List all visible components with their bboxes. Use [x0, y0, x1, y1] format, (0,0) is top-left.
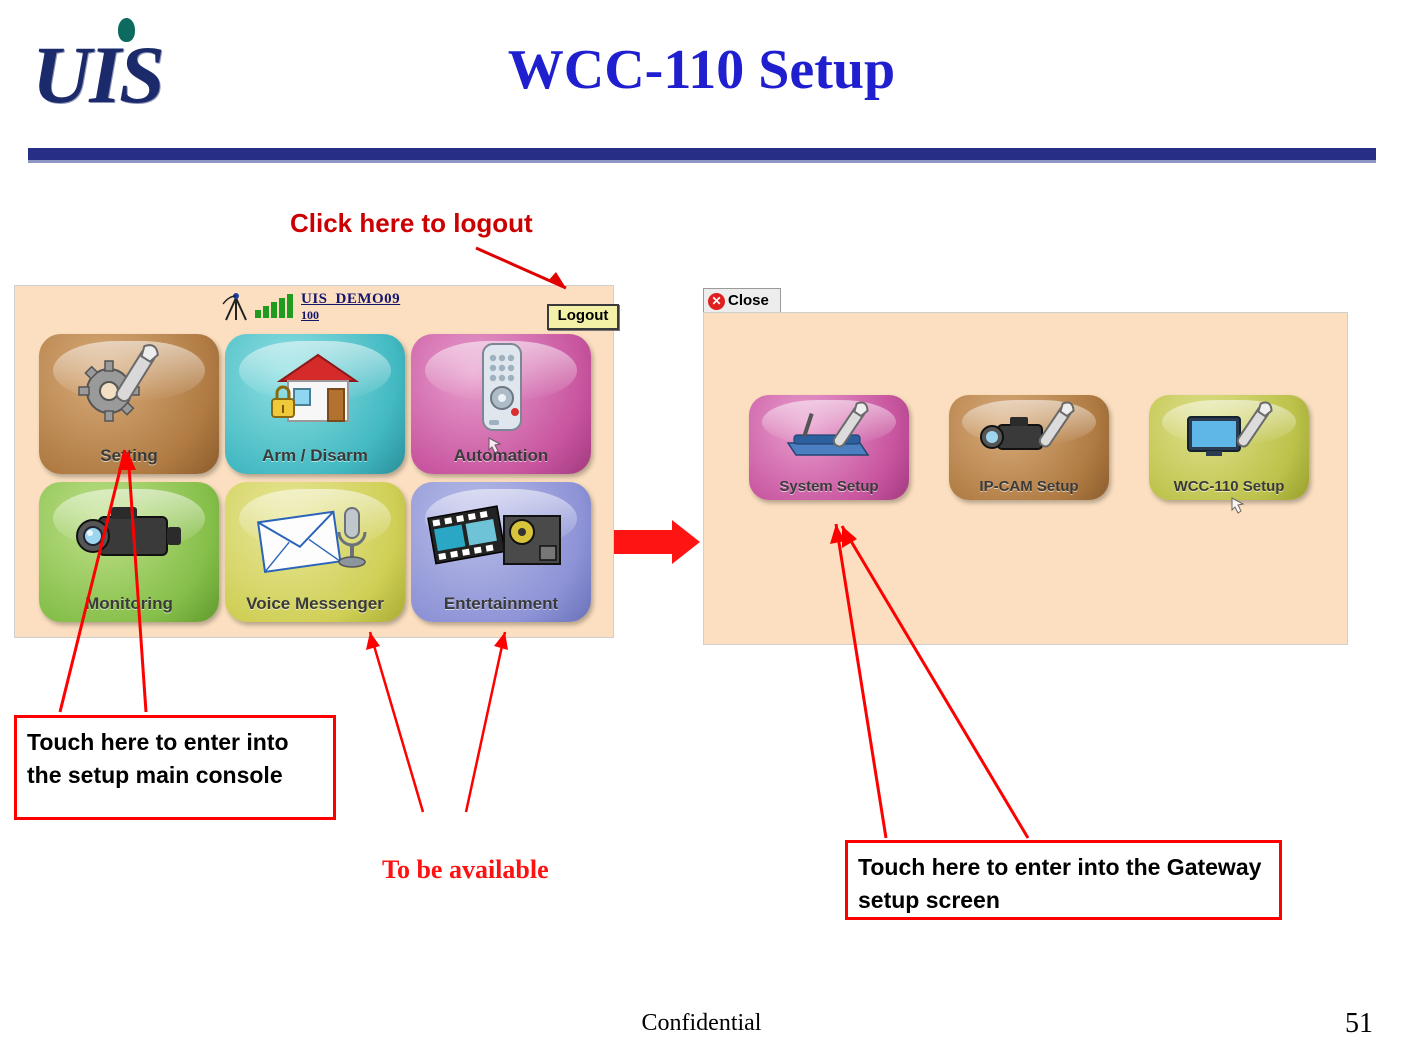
- tile-system-setup[interactable]: System Setup: [749, 395, 909, 500]
- envelope-microphone-icon: [225, 488, 405, 584]
- device-number: 100: [301, 308, 319, 322]
- tile-label: System Setup: [779, 478, 879, 495]
- tile-entertainment[interactable]: Entertainment: [411, 482, 591, 622]
- film-projector-icon: [411, 488, 591, 584]
- footer-page-number: 51: [1345, 1008, 1373, 1039]
- remote-control-icon: [411, 340, 591, 436]
- tile-label: WCC-110 Setup: [1173, 478, 1285, 495]
- footer-confidential: Confidential: [641, 1010, 762, 1036]
- home-tile-grid: Setting Arm / Disarm Automation Monitori…: [39, 334, 601, 629]
- close-button-label: Close: [728, 292, 769, 309]
- tile-label: IP-CAM Setup: [979, 478, 1079, 495]
- annotation-setup-console: Touch here to enter into the setup main …: [14, 715, 336, 820]
- router-wrench-icon: [749, 399, 909, 469]
- tile-voice-messenger[interactable]: Voice Messenger: [225, 482, 405, 622]
- device-status-bar: UIS_DEMO09 100 Logout: [15, 286, 619, 330]
- tile-setting[interactable]: Setting: [39, 334, 219, 474]
- tile-label: Monitoring: [85, 594, 173, 613]
- tile-wcc110-setup[interactable]: WCC-110 Setup: [1149, 395, 1309, 500]
- tile-label: Arm / Disarm: [262, 446, 368, 465]
- device-name: UIS_DEMO09: [301, 291, 401, 307]
- antenna-signal-icon: [220, 292, 300, 324]
- title-divider: [28, 148, 1376, 163]
- tile-label: Automation: [453, 446, 549, 465]
- device-home-screen: UIS_DEMO09 100 Logout Setting Arm / Disa…: [14, 285, 619, 638]
- tile-label: Entertainment: [443, 594, 559, 613]
- close-circle-icon: ✕: [708, 293, 725, 310]
- logout-button[interactable]: Logout: [547, 304, 619, 330]
- setup-tile-grid: System Setup IP-CAM Setup WCC-110 Setup: [749, 395, 1309, 505]
- close-button[interactable]: ✕ Close: [703, 288, 781, 313]
- tile-automation[interactable]: Automation: [411, 334, 591, 474]
- tile-label: Setting: [100, 446, 158, 465]
- annotation-to-be-available: To be available: [382, 855, 549, 884]
- camera-wrench-icon: [949, 399, 1109, 469]
- flow-arrow-icon: [614, 520, 700, 564]
- page-title: WCC-110 Setup: [507, 39, 896, 101]
- video-camera-icon: [39, 488, 219, 584]
- annotation-logout: Click here to logout: [290, 208, 533, 238]
- house-lock-icon: [225, 340, 405, 436]
- tile-monitoring[interactable]: Monitoring: [39, 482, 219, 622]
- setup-console-screen: System Setup IP-CAM Setup WCC-110 Setup: [703, 312, 1348, 645]
- annotation-gateway-setup: Touch here to enter into the Gateway set…: [845, 840, 1282, 920]
- gear-wrench-icon: [39, 340, 219, 436]
- monitor-wrench-icon: [1149, 399, 1309, 469]
- tile-label: Voice Messenger: [246, 594, 384, 613]
- tile-arm-disarm[interactable]: Arm / Disarm: [225, 334, 405, 474]
- tile-ipcam-setup[interactable]: IP-CAM Setup: [949, 395, 1109, 500]
